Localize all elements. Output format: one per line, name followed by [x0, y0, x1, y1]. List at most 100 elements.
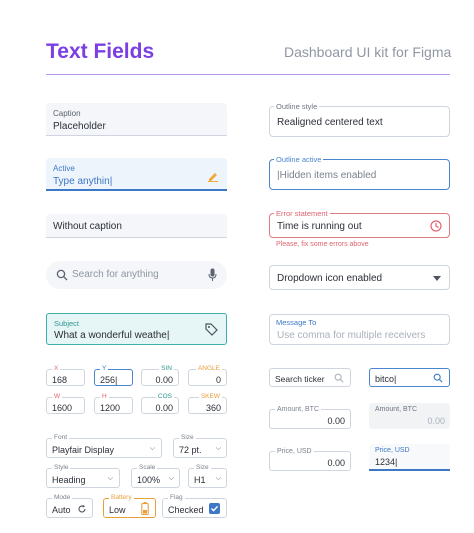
flag-value: Checked: [168, 505, 204, 515]
cos-label: COS: [155, 393, 174, 400]
caret-down-icon[interactable]: [433, 276, 441, 281]
h-field[interactable]: H 1200: [94, 393, 133, 414]
battery-label: Battery: [109, 494, 134, 501]
outline-style-field[interactable]: Outline style Realigned centered text: [269, 102, 450, 137]
amount-btc-label-2: Amount, BTC: [375, 406, 418, 413]
search-active-input[interactable]: bitco|: [369, 368, 450, 387]
font-label: Font: [52, 434, 70, 441]
y-field[interactable]: Y 256|: [94, 365, 133, 386]
outline-active-value: |Hidden items enabled: [277, 170, 377, 181]
no-caption-value: Without caption: [53, 221, 122, 232]
cos-value: 0.00: [155, 403, 173, 413]
subject-value: What a wonderful weathe|: [54, 330, 170, 341]
error-message: Please, fix some errors above: [276, 241, 369, 248]
battery-field[interactable]: Battery Low: [103, 494, 156, 518]
page-subtitle: Dashboard UI kit for Figma: [284, 44, 452, 60]
y-value: 256|: [100, 375, 118, 385]
skew-value: 360: [205, 403, 221, 413]
x-value: 168: [52, 375, 68, 385]
outline-style-label: Outline style: [274, 102, 320, 111]
pencil-icon[interactable]: [207, 170, 219, 182]
chevron-down-icon: ⌵: [149, 445, 155, 452]
size-label-1: Size: [179, 434, 196, 441]
price-usd-field-1[interactable]: Price, USD 0.00: [269, 448, 351, 471]
font-select[interactable]: Font Playfair Display ⌵: [46, 434, 162, 458]
style-label: Style: [52, 464, 71, 471]
x-label: X: [52, 365, 61, 372]
scale-select[interactable]: Scale 100% ⌵: [131, 464, 180, 488]
subject-label: Subject: [54, 319, 80, 328]
active-field-value: Type anythin|: [53, 176, 113, 187]
w-value: 1600: [52, 403, 73, 413]
mode-value: Auto: [52, 505, 71, 515]
angle-field[interactable]: ANGLE 0: [188, 365, 227, 386]
amount-btc-value-1: 0.00: [327, 416, 345, 426]
sin-field[interactable]: SIN 0.00: [141, 365, 179, 386]
refresh-icon[interactable]: [77, 504, 87, 514]
h-label: H: [100, 393, 109, 400]
subject-field[interactable]: Subject What a wonderful weathe|: [46, 313, 227, 345]
checkbox-checked-icon[interactable]: [209, 503, 220, 514]
size-select-1[interactable]: Size 72 pt. ⌵: [173, 434, 227, 458]
search-ticker-input[interactable]: Search ticker: [269, 368, 351, 387]
x-field[interactable]: X 168: [46, 365, 85, 386]
size-label-2: Size: [194, 464, 211, 471]
price-usd-field-2[interactable]: Price, USD 1234|: [369, 444, 450, 471]
error-value: Time is running out: [277, 221, 362, 232]
size-value-1: 72 pt.: [179, 445, 202, 455]
header-divider: [46, 74, 450, 75]
search-ticker-placeholder: Search ticker: [275, 374, 325, 384]
no-caption-field[interactable]: Without caption: [46, 214, 227, 238]
angle-label: ANGLE: [195, 365, 222, 372]
amount-btc-field-2: Amount, BTC 0.00: [369, 403, 450, 429]
style-select[interactable]: Style Heading ⌵: [46, 464, 120, 488]
chevron-down-icon: ⌵: [215, 475, 221, 482]
outline-style-value: Realigned centered text: [277, 117, 383, 128]
caption-label: Caption: [53, 109, 81, 118]
size-value-2: H1: [194, 475, 206, 485]
chevron-down-icon: ⌵: [215, 445, 221, 452]
skew-label: SKEW: [198, 393, 222, 400]
skew-field[interactable]: SKEW 360: [188, 393, 227, 414]
amount-btc-field-1[interactable]: Amount, BTC 0.00: [269, 406, 351, 429]
mode-toggle[interactable]: Mode Auto: [46, 494, 93, 518]
price-usd-label-1: Price, USD: [275, 448, 314, 455]
caption-field-value: Placeholder: [53, 121, 106, 132]
message-to-field[interactable]: Message To Use comma for multiple receiv…: [269, 314, 450, 345]
chevron-down-icon: ⌵: [107, 475, 113, 482]
price-usd-value-1: 0.00: [327, 458, 345, 468]
price-usd-value-2: 1234|: [375, 457, 398, 467]
cos-field[interactable]: COS 0.00: [141, 393, 179, 414]
search-field[interactable]: Search for anything: [46, 261, 227, 289]
flag-checkbox-field[interactable]: Flag Checked: [162, 494, 227, 518]
error-field[interactable]: Error statement Time is running out: [269, 209, 450, 238]
microphone-icon[interactable]: [208, 268, 217, 282]
amount-btc-value-2: 0.00: [427, 416, 445, 426]
search-active-value: bitco|: [375, 374, 397, 384]
w-field[interactable]: W 1600: [46, 393, 85, 414]
battery-value: Low: [109, 505, 126, 515]
message-to-label: Message To: [276, 318, 317, 327]
angle-value: 0: [215, 375, 221, 385]
outline-active-label: Outline active: [274, 155, 324, 164]
search-icon: [334, 373, 344, 383]
scale-label: Scale: [137, 464, 158, 471]
tag-icon[interactable]: [205, 323, 218, 336]
chevron-down-icon: ⌵: [168, 475, 174, 482]
dropdown-field[interactable]: Dropdown icon enabled: [269, 265, 450, 290]
caption-field[interactable]: Caption Placeholder: [46, 103, 227, 136]
w-label: W: [52, 393, 63, 400]
h-value: 1200: [100, 403, 121, 413]
style-value: Heading: [52, 475, 86, 485]
clock-icon: [430, 220, 442, 232]
scale-value: 100%: [137, 475, 161, 485]
active-label: Active: [53, 164, 75, 173]
error-label: Error statement: [274, 209, 330, 218]
search-icon: [433, 373, 443, 383]
sin-label: SIN: [159, 365, 174, 372]
battery-icon: [141, 502, 149, 515]
price-usd-label-2: Price, USD: [375, 447, 410, 454]
outline-active-field[interactable]: Outline active |Hidden items enabled: [269, 155, 450, 190]
size-select-2[interactable]: Size H1 ⌵: [188, 464, 227, 488]
active-field[interactable]: Active Type anythin|: [46, 158, 227, 191]
